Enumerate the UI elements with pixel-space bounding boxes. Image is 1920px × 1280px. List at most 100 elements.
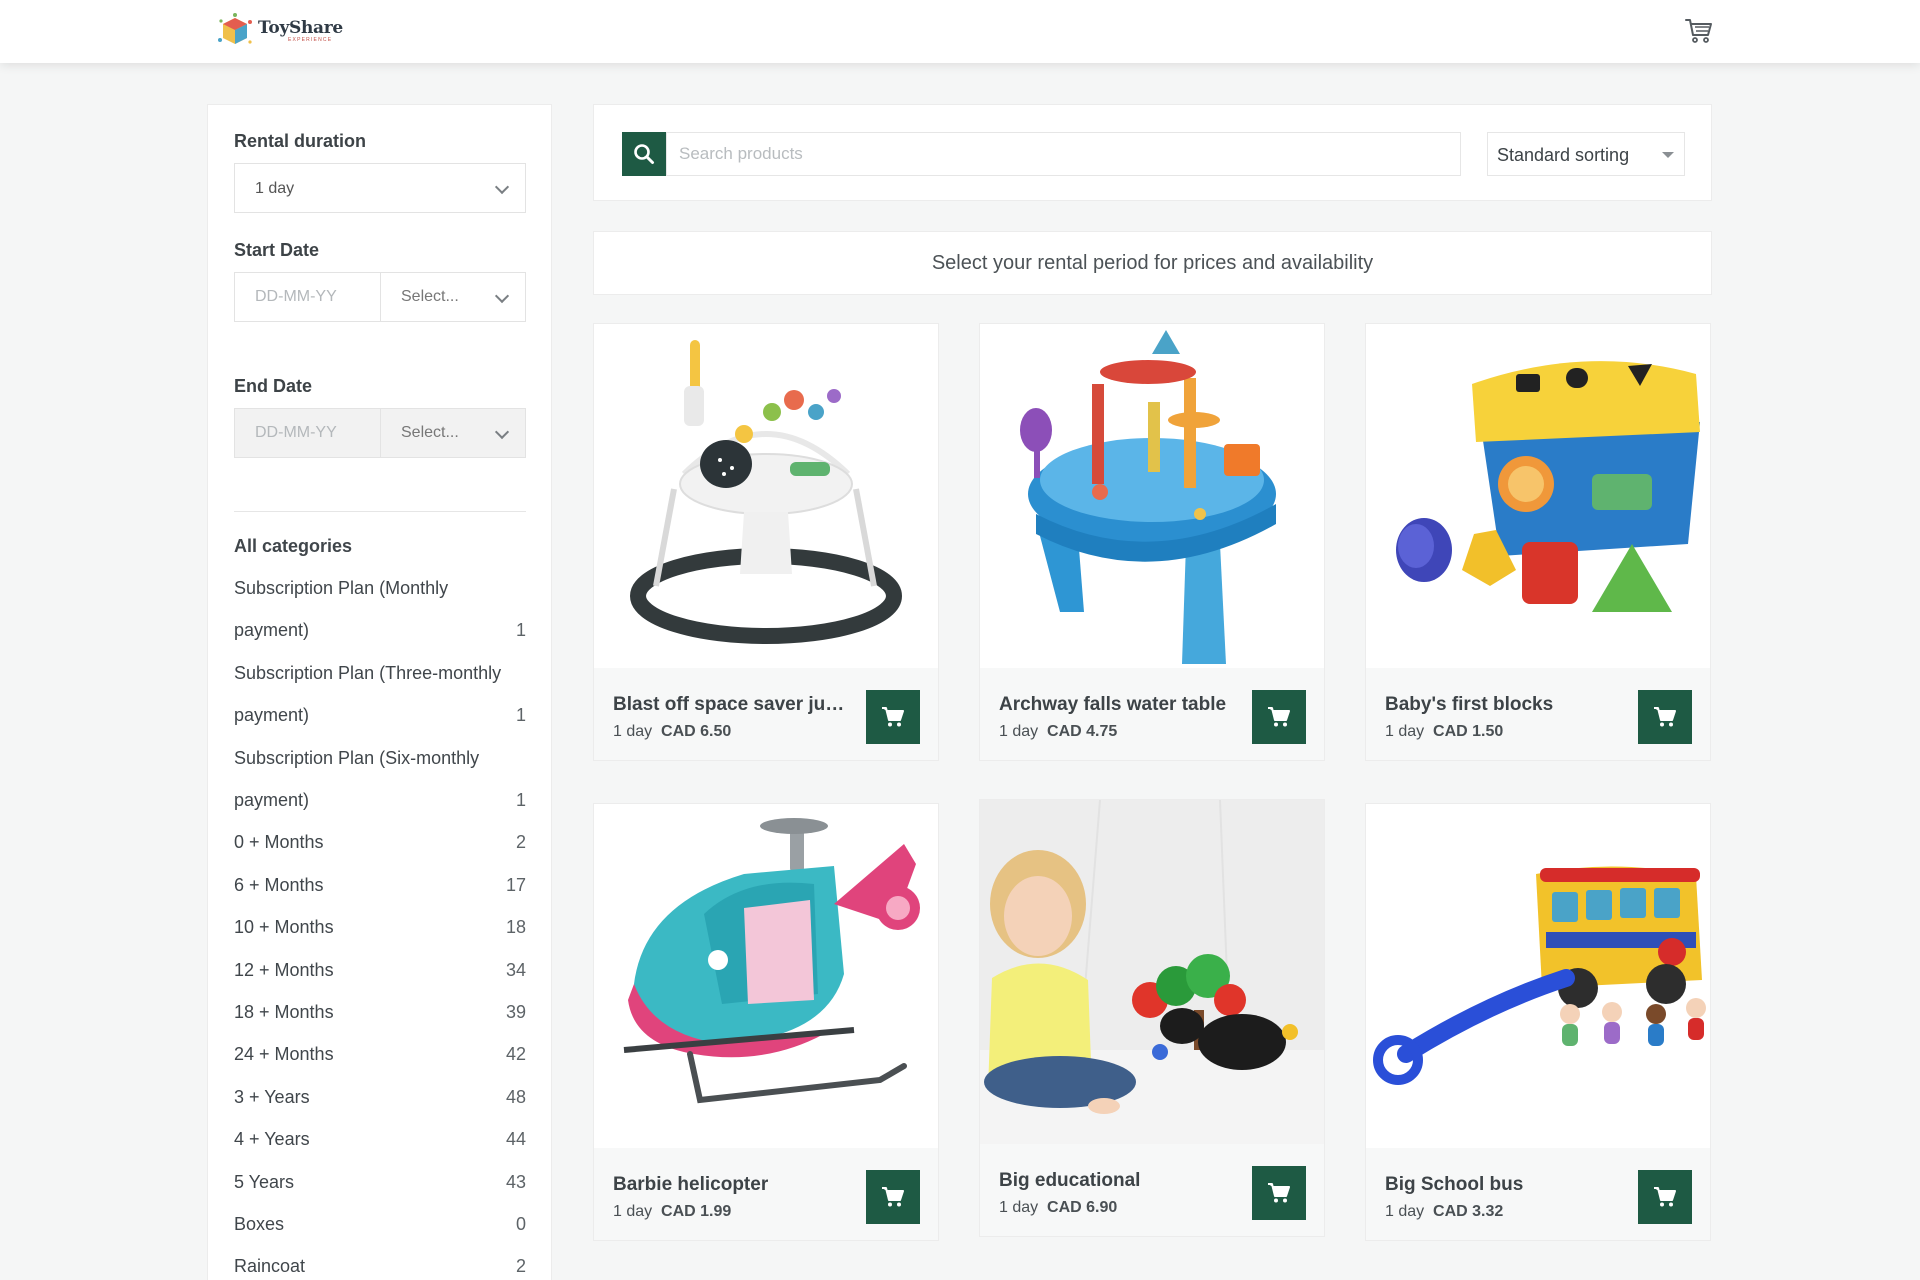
search-input[interactable] <box>666 132 1461 176</box>
product-price-value: CAD 1.99 <box>661 1203 732 1220</box>
product-name[interactable]: Big School bus <box>1385 1174 1625 1196</box>
product-card[interactable]: Archway falls water table 1 day CAD 4.75 <box>979 323 1325 761</box>
product-footer: Baby's first blocks 1 day CAD 1.50 <box>1366 668 1710 760</box>
category-item[interactable]: payment) 1 <box>234 610 526 652</box>
category-item[interactable]: 12 + Months 34 <box>234 949 526 991</box>
category-item[interactable]: 0 + Months 2 <box>234 822 526 864</box>
chevron-down-icon <box>494 288 510 304</box>
sort-value: Standard sorting <box>1497 145 1630 165</box>
category-label: 10 + Months <box>234 917 334 938</box>
category-count: 43 <box>505 1171 526 1192</box>
product-image[interactable] <box>594 324 938 668</box>
category-count: 17 <box>505 874 526 895</box>
rental-duration-select[interactable]: 1 day <box>234 163 526 213</box>
search-toolbar: Standard sorting <box>593 104 1712 201</box>
sort-select[interactable]: Standard sorting <box>1487 132 1685 176</box>
product-card[interactable]: Blast off space saver jum... 1 day CAD 6… <box>593 323 939 761</box>
category-label: Raincoat <box>234 1256 306 1277</box>
category-label: 12 + Months <box>234 959 334 980</box>
product-footer: Big educational 1 day CAD 6.90 <box>980 1144 1324 1236</box>
chevron-down-icon <box>494 424 510 440</box>
cart-icon <box>1654 707 1676 727</box>
end-date-row: Select... <box>234 408 526 458</box>
category-label: 24 + Months <box>234 1044 334 1065</box>
end-date-label: End Date <box>234 376 313 396</box>
search-icon <box>634 144 654 164</box>
category-label: 0 + Months <box>234 832 324 853</box>
product-name[interactable]: Baby's first blocks <box>1385 694 1625 716</box>
start-time-value: Select... <box>401 288 459 305</box>
product-image[interactable] <box>1366 324 1710 668</box>
logo-icon <box>218 13 252 44</box>
category-count: 18 <box>505 917 526 938</box>
category-item[interactable]: 18 + Months 39 <box>234 991 526 1033</box>
end-date-input[interactable] <box>235 409 381 457</box>
product-image[interactable] <box>1366 804 1710 1148</box>
start-time-select[interactable]: Select... <box>381 273 525 321</box>
add-to-cart-button[interactable] <box>1638 1170 1692 1224</box>
category-label: 4 + Years <box>234 1129 310 1150</box>
logo[interactable]: ToyShare EXPERIENCE <box>216 12 343 50</box>
product-card[interactable]: Big School bus 1 day CAD 3.32 <box>1365 803 1711 1241</box>
category-item[interactable]: Subscription Plan (Three-monthly <box>234 652 526 694</box>
category-count: 2 <box>515 832 526 853</box>
product-image[interactable] <box>980 800 1324 1144</box>
product-image[interactable] <box>594 804 938 1148</box>
add-to-cart-button[interactable] <box>866 1170 920 1224</box>
filter-sidebar: Rental duration 1 day Start Date Select.… <box>207 104 552 1280</box>
product-price: 1 day CAD 1.50 <box>1385 723 1503 741</box>
add-to-cart-button[interactable] <box>1638 690 1692 744</box>
category-item[interactable]: 5 Years 43 <box>234 1161 526 1203</box>
category-item[interactable]: payment) 1 <box>234 779 526 821</box>
caret-down-icon <box>1662 152 1674 158</box>
product-name[interactable]: Barbie helicopter <box>613 1174 853 1196</box>
product-duration: 1 day <box>999 723 1039 740</box>
product-duration: 1 day <box>999 1199 1039 1216</box>
product-name[interactable]: Archway falls water table <box>999 694 1239 716</box>
add-to-cart-button[interactable] <box>866 690 920 744</box>
category-label: 3 + Years <box>234 1086 310 1107</box>
category-item[interactable]: 24 + Months 42 <box>234 1034 526 1076</box>
category-item[interactable]: 6 + Months 17 <box>234 864 526 906</box>
end-time-select[interactable]: Select... <box>381 409 525 457</box>
category-item[interactable]: Raincoat 2 <box>234 1246 526 1280</box>
category-item[interactable]: 10 + Months 18 <box>234 907 526 949</box>
category-label: payment) <box>234 705 310 726</box>
product-name[interactable]: Blast off space saver jum... <box>613 694 853 716</box>
add-to-cart-button[interactable] <box>1252 1166 1306 1220</box>
product-duration: 1 day <box>1385 1203 1425 1220</box>
category-item[interactable]: Boxes 0 <box>234 1203 526 1245</box>
rental-period-notice: Select your rental period for prices and… <box>593 231 1712 295</box>
category-count: 42 <box>505 1044 526 1065</box>
category-list: All categories Subscription Plan (Monthl… <box>234 525 526 1280</box>
cart-icon <box>882 707 904 727</box>
category-item[interactable]: 3 + Years 48 <box>234 1076 526 1118</box>
category-label: payment) <box>234 620 310 641</box>
category-label: 6 + Months <box>234 874 324 895</box>
start-date-input[interactable] <box>235 273 381 321</box>
product-duration: 1 day <box>1385 723 1425 740</box>
category-label: payment) <box>234 790 310 811</box>
product-card[interactable]: Big educational 1 day CAD 6.90 <box>979 799 1325 1237</box>
product-image[interactable] <box>980 324 1324 668</box>
cart-icon <box>1268 1183 1290 1203</box>
product-card[interactable]: Baby's first blocks 1 day CAD 1.50 <box>1365 323 1711 761</box>
product-footer: Barbie helicopter 1 day CAD 1.99 <box>594 1148 938 1240</box>
chevron-down-icon <box>494 179 510 195</box>
product-price: 1 day CAD 1.99 <box>613 1203 731 1221</box>
product-price-value: CAD 6.90 <box>1047 1199 1118 1216</box>
category-label: All categories <box>234 535 353 556</box>
category-label: Boxes <box>234 1213 285 1234</box>
cart-icon[interactable] <box>1684 16 1714 44</box>
category-item[interactable]: 4 + Years 44 <box>234 1118 526 1160</box>
search-button[interactable] <box>622 132 666 176</box>
product-price: 1 day CAD 3.32 <box>1385 1203 1503 1221</box>
category-item[interactable]: All categories <box>234 525 526 567</box>
category-item[interactable]: Subscription Plan (Monthly <box>234 567 526 609</box>
product-card[interactable]: Barbie helicopter 1 day CAD 1.99 <box>593 803 939 1241</box>
add-to-cart-button[interactable] <box>1252 690 1306 744</box>
category-item[interactable]: payment) 1 <box>234 695 526 737</box>
category-item[interactable]: Subscription Plan (Six-monthly <box>234 737 526 779</box>
start-date-label: Start Date <box>234 240 320 260</box>
product-name[interactable]: Big educational <box>999 1170 1239 1192</box>
